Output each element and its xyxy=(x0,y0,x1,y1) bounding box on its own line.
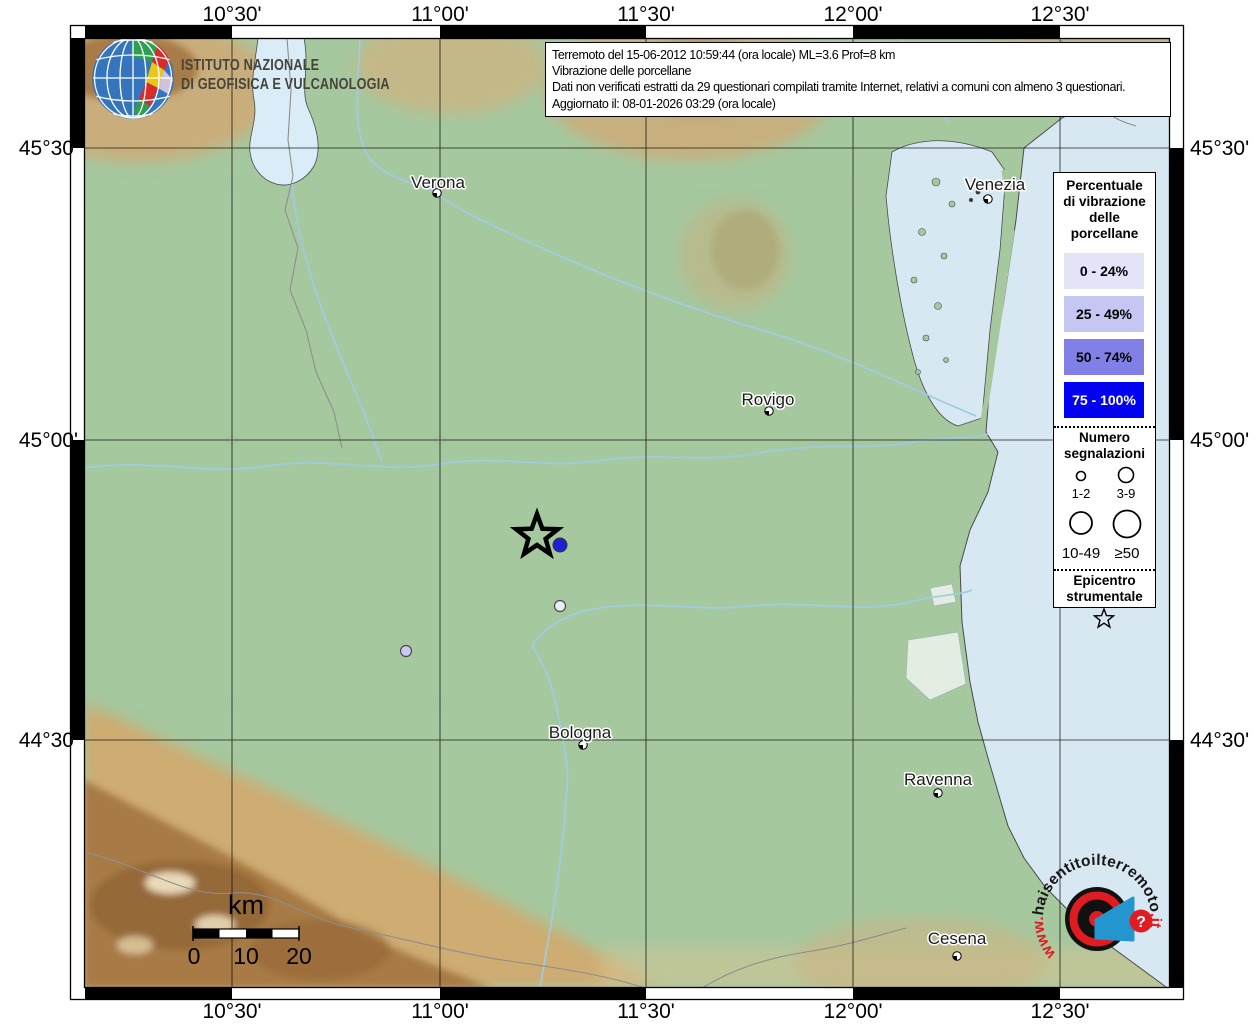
plain-softener xyxy=(84,190,964,710)
count-label-1-2: 1-2 xyxy=(1072,486,1091,501)
scalebar-tick-0: 0 xyxy=(188,943,201,969)
tick-left-2: 44°30' xyxy=(19,729,78,752)
count-label-50: ≥50 xyxy=(1115,545,1140,562)
report-dot-high xyxy=(553,538,567,552)
info-line-type: Vibrazione delle porcellane xyxy=(552,63,1164,79)
city-marker-bologna xyxy=(579,741,587,749)
city-marker-ravenna xyxy=(934,789,942,797)
city-label-venezia: Venezia xyxy=(965,175,1026,194)
city-label-cesena: Cesena xyxy=(928,929,987,948)
epicenter-title-line: Epicentro xyxy=(1054,573,1155,588)
legend-title-line: delle xyxy=(1054,210,1155,225)
count-circle-3-9 xyxy=(1119,468,1134,483)
tick-right-1: 45°00' xyxy=(1190,429,1249,452)
count-circle-10-49 xyxy=(1070,512,1092,534)
tick-top-0: 10°30' xyxy=(202,3,261,26)
tick-bottom-3: 12°00' xyxy=(823,1000,882,1023)
city-label-verona: Verona xyxy=(411,173,465,192)
tick-bottom-4: 12°30' xyxy=(1030,1000,1089,1023)
city-label-rovigo: Rovigo xyxy=(742,390,795,409)
legend-title-line: Percentuale xyxy=(1054,178,1155,193)
legend-separator xyxy=(1054,426,1155,428)
tick-bottom-2: 11°30' xyxy=(617,1000,675,1023)
ingv-globe-logo xyxy=(92,37,174,119)
city-marker-cesena xyxy=(953,952,961,960)
tick-right-2: 44°30' xyxy=(1190,729,1249,752)
tick-top-1: 11°00' xyxy=(411,3,469,26)
tick-top-2: 11°30' xyxy=(617,3,675,26)
ingv-wordmark-line2: DI GEOFISICA E VULCANOLOGIA xyxy=(181,75,390,94)
earthquake-info-box: Terremoto del 15-06-2012 10:59:44 (ora l… xyxy=(545,42,1171,117)
legend-title-line: porcellane xyxy=(1054,226,1155,241)
tick-bottom-0: 10°30' xyxy=(202,1000,261,1023)
legend-separator xyxy=(1054,569,1155,571)
info-line-event: Terremoto del 15-06-2012 10:59:44 (ora l… xyxy=(552,47,1164,63)
tick-bottom-1: 11°00' xyxy=(411,1000,469,1023)
count-circle-1-2 xyxy=(1077,472,1086,481)
city-marker-venezia xyxy=(984,195,992,203)
epicenter-title-line: strumentale xyxy=(1054,589,1155,604)
legend-class-2: 50 - 74% xyxy=(1064,339,1144,375)
legend-title-line: di vibrazione xyxy=(1054,194,1155,209)
city-label-ravenna: Ravenna xyxy=(904,770,973,789)
epicenter-star-icon xyxy=(1092,607,1116,631)
tick-top-3: 12°00' xyxy=(823,3,882,26)
counts-title-line: Numero xyxy=(1054,430,1155,445)
screenshot-root: Verona Venezia Rovigo Bologna Ravenna Ce… xyxy=(0,0,1256,1024)
city-label-bologna: Bologna xyxy=(549,723,612,742)
tick-left-0: 45°30' xyxy=(19,137,78,160)
legend-class-0: 0 - 24% xyxy=(1064,253,1144,289)
info-line-updated: Aggiornato il: 08-01-2026 03:29 (ora loc… xyxy=(552,96,1164,112)
legend-panel: Percentuale di vibrazione delle porcella… xyxy=(1053,172,1156,608)
scalebar-tick-20: 20 xyxy=(286,943,312,969)
legend-class-3: 75 - 100% xyxy=(1064,382,1144,418)
counts-title-line: segnalazioni xyxy=(1054,446,1155,461)
counts-symbols: 1-2 3-9 10-49 ≥50 xyxy=(1054,465,1154,565)
tick-right-0: 45°30' xyxy=(1190,137,1249,160)
ingv-wordmark-line1: ISTITUTO NAZIONALE xyxy=(181,56,390,75)
question-badge-glyph: ? xyxy=(1136,914,1146,931)
scalebar-unit: km xyxy=(228,890,264,920)
terrain-layer: Verona Venezia Rovigo Bologna Ravenna Ce… xyxy=(5,16,1210,1007)
info-line-source: Dati non verificati estratti da 29 quest… xyxy=(552,79,1164,95)
report-dot-low xyxy=(555,601,566,612)
tick-top-4: 12°30' xyxy=(1030,3,1089,26)
report-dot-mid xyxy=(401,646,412,657)
count-label-10-49: 10-49 xyxy=(1062,545,1100,562)
scalebar-tick-10: 10 xyxy=(233,943,259,969)
count-label-3-9: 3-9 xyxy=(1117,486,1136,501)
ingv-wordmark: ISTITUTO NAZIONALE DI GEOFISICA E VULCAN… xyxy=(181,56,390,94)
tick-left-1: 45°00' xyxy=(19,429,78,452)
legend-class-1: 25 - 49% xyxy=(1064,296,1144,332)
count-circle-50 xyxy=(1114,511,1141,538)
